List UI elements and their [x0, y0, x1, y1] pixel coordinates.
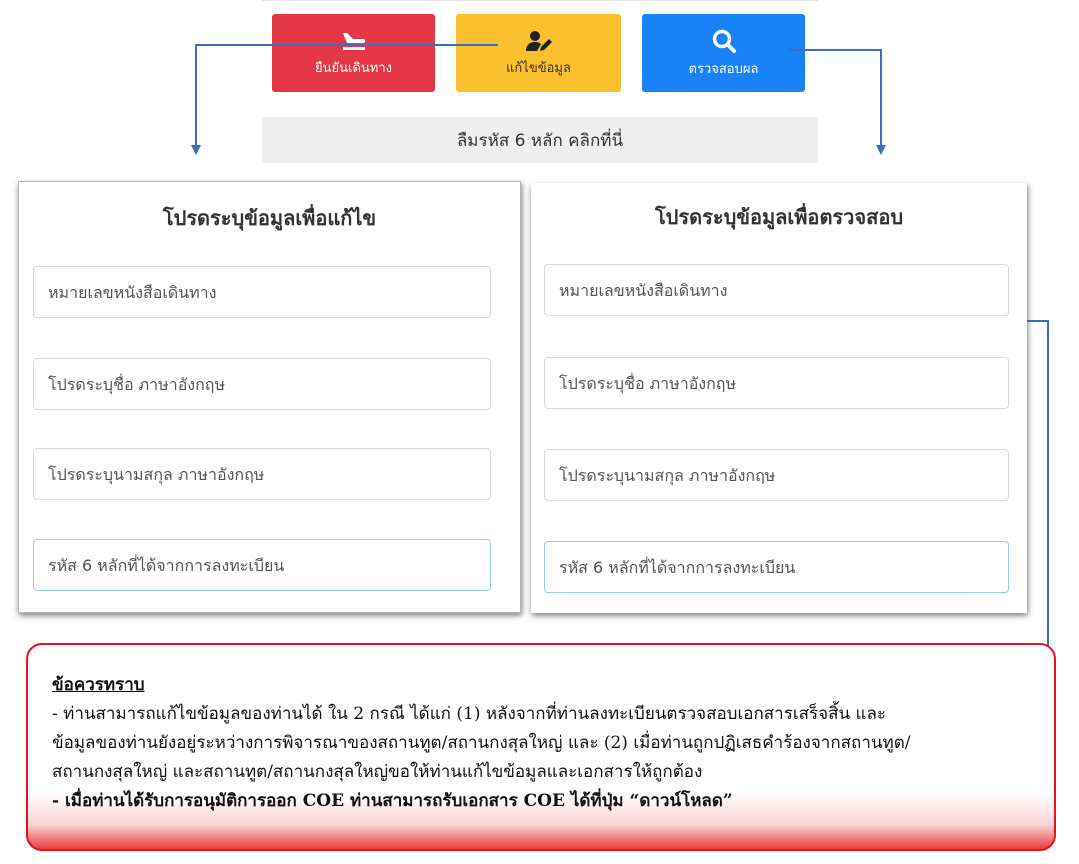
confirm-travel-button[interactable]: ยืนยันเดินทาง: [272, 14, 435, 92]
edit-code-input[interactable]: [33, 539, 491, 591]
check-result-panel: โปรดระบุข้อมูลเพื่อตรวจสอบ: [531, 183, 1027, 613]
edit-firstname-input[interactable]: [33, 358, 491, 410]
notice-line: สถานกงสุลใหญ่ และสถานทูต/สถานกงสุลใหญ่ขอ…: [52, 762, 703, 782]
edit-lastname-input[interactable]: [33, 448, 491, 500]
plane-landing-icon: [339, 29, 369, 53]
edit-passport-input[interactable]: [33, 266, 491, 318]
check-firstname-input[interactable]: [544, 357, 1009, 409]
notice-line: - ท่านสามารถแก้ไขข้อมูลของท่านได้ ใน 2 ก…: [52, 704, 887, 724]
edit-info-panel: โปรดระบุข้อมูลเพื่อแก้ไข: [18, 181, 521, 613]
search-icon: [711, 28, 737, 54]
confirm-travel-label: ยืนยันเดินทาง: [315, 60, 392, 76]
edit-panel-title: โปรดระบุข้อมูลเพื่อแก้ไข: [162, 206, 377, 230]
check-result-label: ตรวจสอบผล: [688, 61, 759, 77]
notice-box: ข้อควรทราบ - ท่านสามารถแก้ไขข้อมูลของท่า…: [26, 643, 1056, 851]
check-code-input[interactable]: [544, 541, 1009, 593]
notice-download-line: - เมื่อท่านได้รับการอนุมัติการออก COE ท่…: [52, 791, 733, 811]
user-edit-icon: [524, 29, 554, 53]
check-lastname-input[interactable]: [544, 449, 1009, 501]
notice-line: ข้อมูลของท่านยังอยู่ระหว่างการพิจารณาของ…: [52, 733, 911, 753]
forgot-code-link[interactable]: ลืมรหัส 6 หลัก คลิกที่นี่: [262, 117, 818, 163]
check-result-button[interactable]: ตรวจสอบผล: [642, 14, 805, 92]
check-passport-input[interactable]: [544, 264, 1009, 316]
notice-title: ข้อควรทราบ: [52, 675, 145, 695]
check-panel-title: โปรดระบุข้อมูลเพื่อตรวจสอบ: [654, 205, 904, 229]
edit-info-label: แก้ไขข้อมูล: [506, 60, 571, 76]
edit-info-button[interactable]: แก้ไขข้อมูล: [456, 14, 621, 92]
